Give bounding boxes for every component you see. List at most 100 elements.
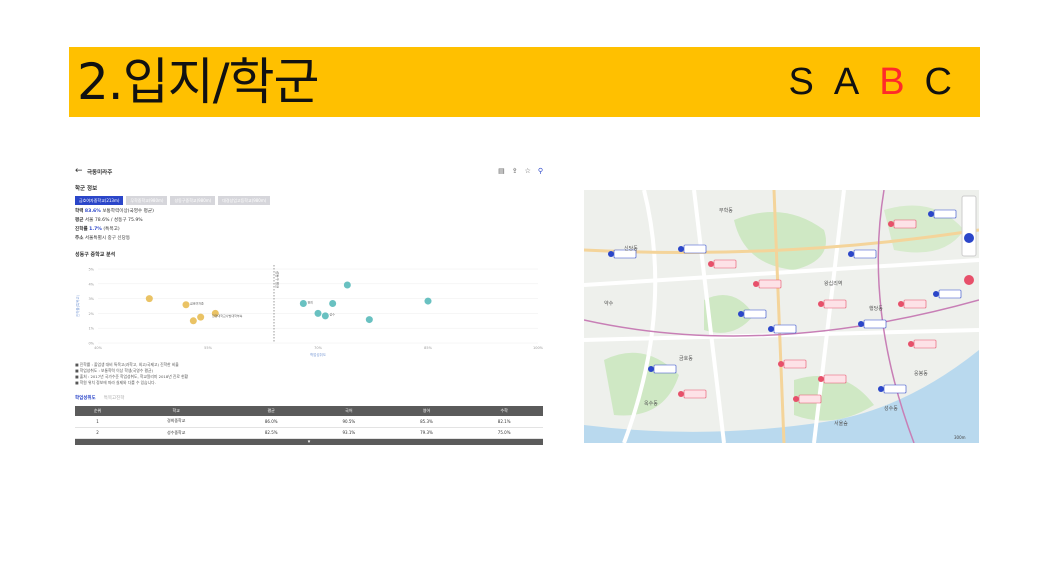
map-pin-label[interactable]: [783, 359, 807, 369]
map-pin-label[interactable]: [863, 319, 887, 329]
info-label: 주소: [75, 236, 84, 241]
map-pin-label[interactable]: [683, 244, 707, 254]
map-pin-icon[interactable]: [738, 311, 744, 317]
back-arrow-icon[interactable]: ←: [75, 166, 83, 176]
reference-label: 성동구 평균: [275, 271, 280, 289]
data-point: [189, 317, 197, 325]
map-pin-label[interactable]: [713, 259, 737, 269]
map-view[interactable]: 무학동 금호동 행당동 성수동 옥수동 왕십리역 신당동 약수 응봉동 서울숲 …: [584, 190, 979, 443]
map-pin-label[interactable]: [853, 249, 877, 259]
map-pin-label[interactable]: [743, 309, 767, 319]
map-pin-label[interactable]: [883, 384, 907, 394]
col-math: 수학: [465, 406, 543, 416]
toolbar-icons: ▤ ⇪ ☆ ⚲: [498, 167, 543, 175]
map-label: 약수: [604, 300, 614, 307]
map-pin-icon[interactable]: [933, 291, 939, 297]
map-pin-icon[interactable]: [928, 211, 934, 217]
table-row[interactable]: 1 경희중학교 86.0% 90.5% 85.3% 82.1%: [75, 416, 543, 428]
map-pin-label[interactable]: [823, 299, 847, 309]
cell: 90.5%: [310, 416, 388, 428]
info-text: 서울특별시 중구 신당동: [84, 236, 131, 241]
cell: 93.1%: [310, 427, 388, 439]
map-pin-label[interactable]: [903, 299, 927, 309]
map-pin-icon[interactable]: [818, 376, 824, 382]
map-pin-icon[interactable]: [848, 251, 854, 257]
tab-special-school[interactable]: 특목고진학: [104, 395, 125, 401]
tab-achievement[interactable]: 학업성취도: [75, 395, 96, 401]
data-point: [197, 313, 205, 321]
point-annotation: 한양대학교사범대학부속: [212, 313, 243, 318]
map-pin-label[interactable]: [893, 219, 917, 229]
map-pin-icon[interactable]: [818, 301, 824, 307]
table-row[interactable]: 2 성수중학교 82.5% 93.1% 79.3% 75.0%: [75, 427, 543, 439]
map-pin-icon[interactable]: [793, 396, 799, 402]
expand-table-button[interactable]: ▾: [75, 439, 543, 445]
col-english: 영어: [387, 406, 466, 416]
x-tick-label: 40%: [94, 346, 102, 350]
map-pin-label[interactable]: [933, 209, 957, 219]
map-pin-label[interactable]: [773, 324, 797, 334]
info-address: 주소 서울특별시 중구 신당동: [75, 236, 130, 242]
info-text: (특목고): [103, 227, 120, 232]
map-pin-icon[interactable]: [908, 341, 914, 347]
info-value: 83.6%: [84, 209, 101, 214]
map-pin-icon[interactable]: [708, 261, 714, 267]
map-pin-label[interactable]: [798, 394, 822, 404]
info-label: 학력: [75, 209, 84, 214]
map-label: 응봉동: [914, 371, 928, 377]
section-title: 학군 정보: [75, 186, 98, 192]
map-pin-icon[interactable]: [753, 281, 759, 287]
star-icon[interactable]: ☆: [525, 167, 531, 175]
panel-topbar: ← 극동미라주 ▤ ⇪ ☆ ⚲: [73, 165, 543, 179]
grade-c: C: [924, 61, 952, 103]
data-point: [343, 281, 351, 289]
info-academic: 학력 83.6% 보통학력이상(국영수 평균): [75, 209, 154, 215]
map-label: 성수동: [884, 405, 898, 412]
share-icon[interactable]: ⇪: [512, 167, 518, 175]
chart-title: 성동구 중학교 분석: [75, 252, 116, 258]
map-pin-icon[interactable]: [878, 386, 884, 392]
data-point: [145, 295, 153, 303]
map-pin-label[interactable]: [653, 364, 677, 374]
point-annotation: 금호여자중: [190, 301, 204, 306]
page-title: 2.입지/학군: [77, 53, 320, 111]
school-info-panel: ← 극동미라주 ▤ ⇪ ☆ ⚲ 학군 정보 금호여자중학교(213m) 무학중학…: [73, 165, 543, 450]
map-pin-icon[interactable]: [778, 361, 784, 367]
map-pin-label[interactable]: [823, 374, 847, 384]
point-annotation: 성수: [329, 312, 335, 317]
x-tick-label: 55%: [204, 346, 212, 350]
school-tab-4[interactable]: 대경상업고등학교(980m): [218, 196, 271, 205]
x-tick-label: 85%: [424, 346, 432, 350]
slide: 2.입지/학군 S A B C ← 극동미라주 ▤ ⇪ ☆ ⚲ 학군 정보 금호…: [0, 0, 1045, 574]
map-pin-icon[interactable]: [608, 251, 614, 257]
table-header-row: 순위 학교 평균 국어 영어 수학: [75, 406, 543, 416]
y-tick-label: 3%: [88, 297, 94, 301]
map-pin-icon[interactable]: [678, 391, 684, 397]
map-pin-label[interactable]: [758, 279, 782, 289]
compare-icon[interactable]: ⚲: [538, 167, 543, 175]
scatter-plot: 5% 4% 3% 2% 1% 0%40% 55% 70% 85% 100% 성동구 평균학업성취도 진…: [75, 265, 543, 357]
map-pin-icon[interactable]: [678, 246, 684, 252]
cell: 85.3%: [387, 416, 466, 428]
ranking-table: 순위 학교 평균 국어 영어 수학 1 경희중학교 86.0% 90.5% 85…: [75, 406, 543, 439]
map-pin-icon[interactable]: [648, 366, 654, 372]
y-tick-label: 1%: [88, 327, 94, 331]
svg-text:300m: 300m: [954, 435, 966, 440]
map-pin-icon[interactable]: [898, 301, 904, 307]
school-tab-1[interactable]: 금호여자중학교(213m): [75, 196, 124, 205]
map-icon[interactable]: ▤: [498, 167, 505, 175]
map-label: 서울숲: [834, 420, 848, 427]
data-point: [329, 300, 337, 308]
school-tab-3[interactable]: 성동구중학교(980m): [170, 196, 216, 205]
cell: 86.0%: [232, 416, 311, 428]
y-axis-label: 진학률(특목고): [75, 294, 80, 317]
map-pin-icon[interactable]: [858, 321, 864, 327]
map-pin-icon[interactable]: [888, 221, 894, 227]
cell: 성수중학교: [120, 427, 233, 439]
map-pin-label[interactable]: [913, 339, 937, 349]
map-pin-label[interactable]: [683, 389, 707, 399]
map-pin-icon[interactable]: [768, 326, 774, 332]
map-label: 행당동: [869, 305, 883, 312]
map-pin-label[interactable]: [938, 289, 962, 299]
school-tab-2[interactable]: 무학중학교(980m): [126, 196, 168, 205]
